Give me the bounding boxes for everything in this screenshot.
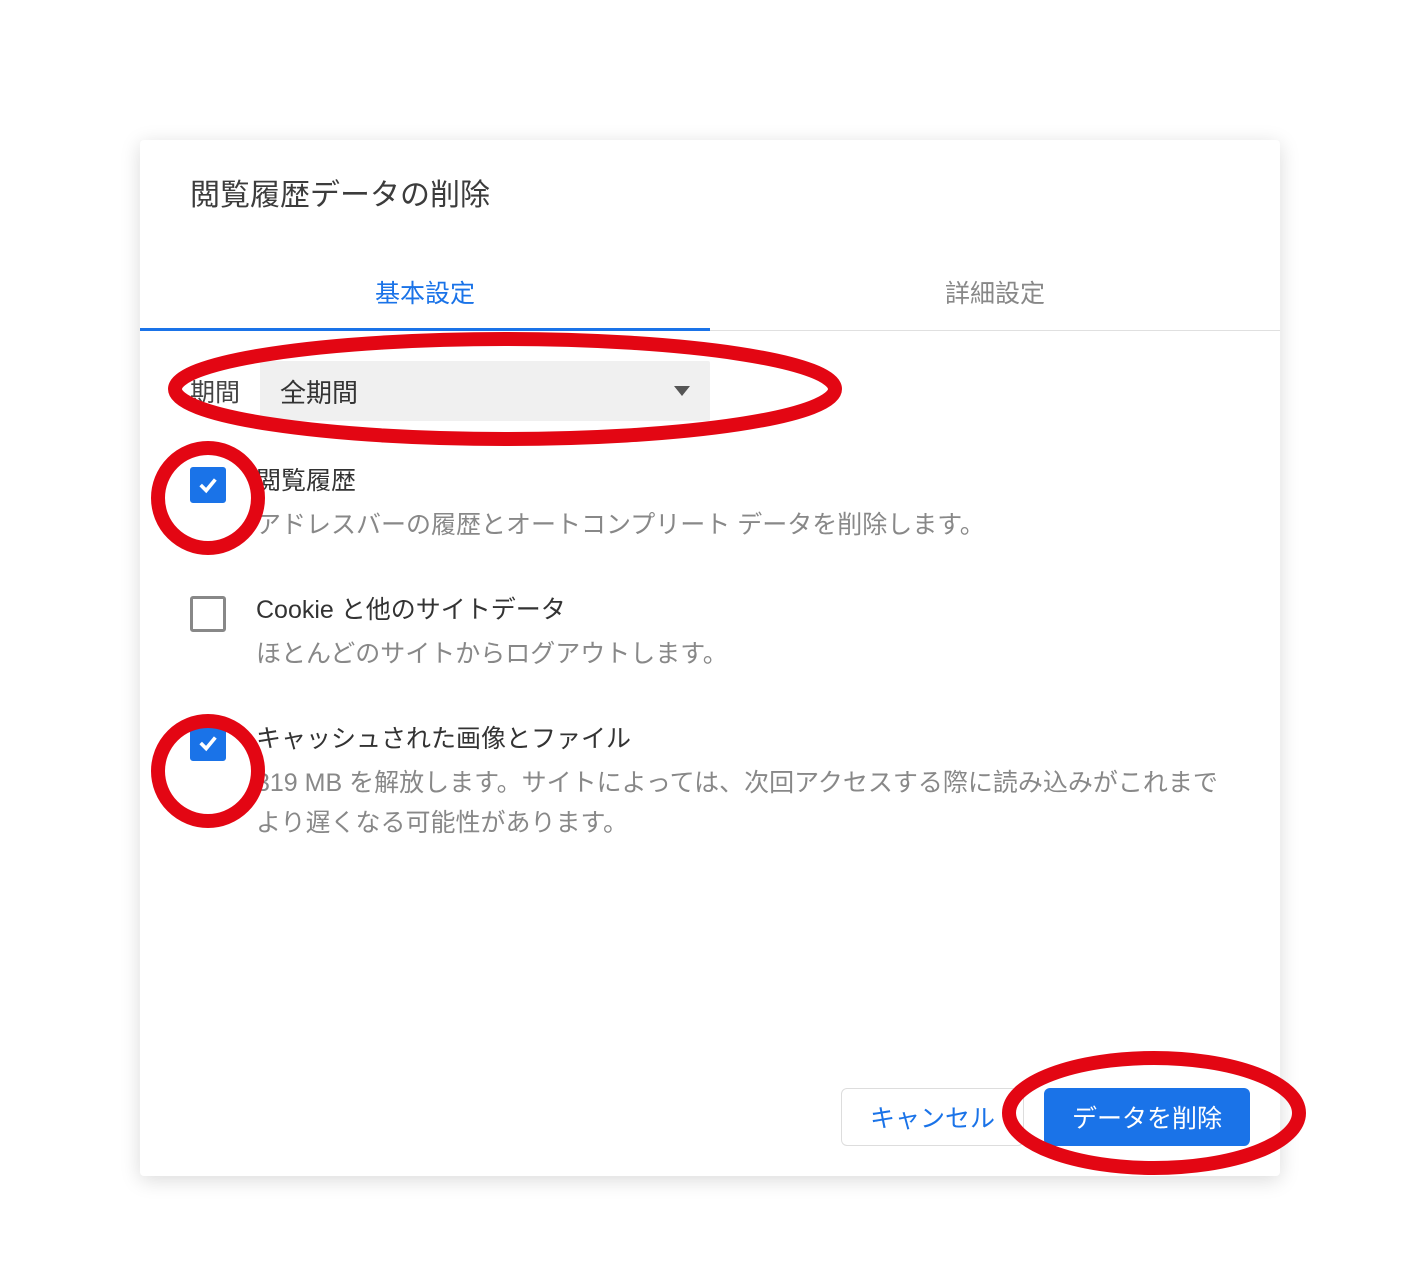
confirm-button-wrap: データを削除: [1044, 1088, 1250, 1146]
time-range-label: 期間: [190, 373, 240, 409]
check-icon: [197, 732, 219, 754]
option-cached-images: キャッシュされた画像とファイル 319 MB を解放します。サイトによっては、次…: [190, 719, 1230, 843]
check-icon: [197, 474, 219, 496]
dialog-content: 期間 全期間 閲覧履歴 アドレスバーの履歴とオートコンプリート データを削除しま…: [140, 331, 1280, 898]
tab-advanced[interactable]: 詳細設定: [710, 254, 1280, 330]
tabs: 基本設定 詳細設定: [140, 254, 1280, 331]
clear-data-button[interactable]: データを削除: [1044, 1088, 1250, 1146]
chevron-down-icon: [674, 386, 690, 396]
tab-basic[interactable]: 基本設定: [140, 254, 710, 330]
clear-browsing-data-dialog: 閲覧履歴データの削除 基本設定 詳細設定 期間 全期間 閲覧履歴 アドレスバーの…: [140, 140, 1280, 1176]
dialog-title: 閲覧履歴データの削除: [140, 140, 1280, 224]
cancel-button[interactable]: キャンセル: [841, 1088, 1024, 1146]
time-range-value: 全期間: [280, 373, 358, 410]
checkbox-browsing-history[interactable]: [190, 467, 226, 503]
option-description: ほとんどのサイトからログアウトします。: [256, 634, 728, 674]
time-range-dropdown[interactable]: 全期間: [260, 361, 710, 421]
option-title: Cookie と他のサイトデータ: [256, 590, 728, 626]
time-range-row: 期間 全期間: [190, 361, 1230, 421]
option-text: キャッシュされた画像とファイル 319 MB を解放します。サイトによっては、次…: [256, 719, 1230, 843]
option-description: 319 MB を解放します。サイトによっては、次回アクセスする際に読み込みがこれ…: [256, 763, 1230, 843]
option-cookies: Cookie と他のサイトデータ ほとんどのサイトからログアウトします。: [190, 590, 1230, 674]
dialog-footer: キャンセル データを削除: [140, 1078, 1280, 1146]
option-description: アドレスバーの履歴とオートコンプリート データを削除します。: [256, 505, 985, 545]
option-text: 閲覧履歴 アドレスバーの履歴とオートコンプリート データを削除します。: [256, 461, 985, 545]
checkbox-cached-images[interactable]: [190, 725, 226, 761]
checkbox-cookies[interactable]: [190, 596, 226, 632]
option-text: Cookie と他のサイトデータ ほとんどのサイトからログアウトします。: [256, 590, 728, 674]
option-title: キャッシュされた画像とファイル: [256, 719, 1230, 755]
option-browsing-history: 閲覧履歴 アドレスバーの履歴とオートコンプリート データを削除します。: [190, 461, 1230, 545]
option-title: 閲覧履歴: [256, 461, 985, 497]
